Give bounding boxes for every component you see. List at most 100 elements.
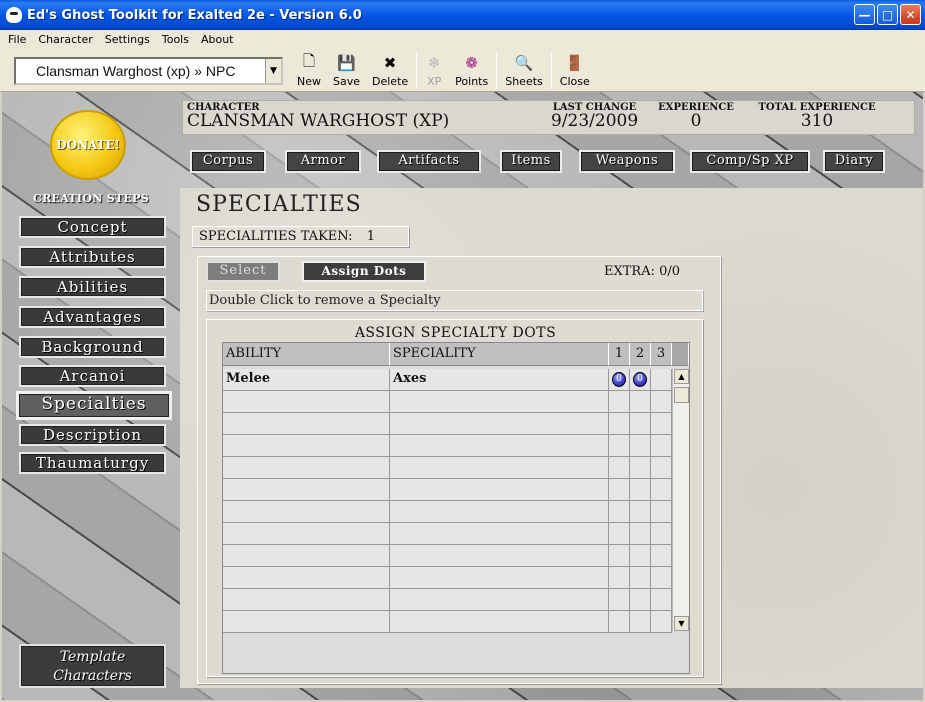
cell-empty[interactable]: [223, 457, 390, 479]
donate-button[interactable]: DONATE!: [50, 110, 126, 180]
table-row[interactable]: [223, 545, 672, 567]
xp-button[interactable]: ❄ XP: [419, 51, 449, 91]
cell-empty[interactable]: [223, 413, 390, 435]
cell-empty[interactable]: [390, 523, 609, 545]
cell-empty[interactable]: [223, 545, 390, 567]
tab-weapons[interactable]: Weapons: [579, 150, 675, 173]
select-button[interactable]: Select: [206, 261, 280, 282]
cell-empty[interactable]: [651, 545, 672, 567]
assign-dots-button[interactable]: Assign Dots: [302, 261, 426, 282]
cell-empty[interactable]: [223, 567, 390, 589]
grid-scrollbar[interactable]: ▲ ▼: [672, 369, 689, 631]
step-abilities[interactable]: Abilities: [19, 276, 166, 298]
cell-empty[interactable]: [630, 545, 651, 567]
menu-about[interactable]: About: [195, 33, 240, 46]
tab-armor[interactable]: Armor: [285, 150, 361, 173]
table-row[interactable]: [223, 435, 672, 457]
col-header-dot-3[interactable]: 3: [651, 343, 672, 366]
cell-empty[interactable]: [609, 457, 630, 479]
cell-empty[interactable]: [651, 479, 672, 501]
cell-empty[interactable]: [390, 567, 609, 589]
cell-empty[interactable]: [390, 435, 609, 457]
cell-empty[interactable]: [223, 479, 390, 501]
cell-empty[interactable]: [390, 611, 609, 633]
menu-settings[interactable]: Settings: [99, 33, 156, 46]
cell-speciality[interactable]: Axes: [390, 369, 609, 391]
cell-empty[interactable]: [651, 611, 672, 633]
cell-empty[interactable]: [651, 501, 672, 523]
tab-corpus[interactable]: Corpus: [190, 150, 266, 173]
cell-empty[interactable]: [609, 391, 630, 413]
table-row[interactable]: [223, 391, 672, 413]
specialty-dot-icon[interactable]: 0: [612, 372, 626, 387]
cell-empty[interactable]: [390, 391, 609, 413]
specialty-dot-icon[interactable]: 0: [633, 372, 647, 387]
cell-ability[interactable]: Melee: [223, 369, 390, 391]
step-concept[interactable]: Concept: [19, 216, 166, 238]
delete-button[interactable]: ✖ Delete: [366, 51, 414, 91]
cell-empty[interactable]: [630, 413, 651, 435]
save-button[interactable]: 💾 Save: [327, 51, 366, 91]
col-header-dot-2[interactable]: 2: [630, 343, 651, 366]
step-attributes[interactable]: Attributes: [19, 246, 166, 268]
character-select[interactable]: Clansman Warghost (xp) » NPC ▼: [14, 57, 283, 85]
cell-empty[interactable]: [630, 523, 651, 545]
maximize-button[interactable]: □: [877, 4, 898, 25]
step-advantages[interactable]: Advantages: [19, 306, 166, 328]
table-row[interactable]: Melee Axes 0 0: [223, 369, 672, 391]
cell-empty[interactable]: [609, 523, 630, 545]
cell-empty[interactable]: [609, 611, 630, 633]
col-header-dot-1[interactable]: 1: [609, 343, 630, 366]
table-row[interactable]: [223, 479, 672, 501]
cell-empty[interactable]: [390, 501, 609, 523]
scroll-thumb[interactable]: [674, 387, 689, 403]
tab-artifacts[interactable]: Artifacts: [377, 150, 481, 173]
points-button[interactable]: ❁ Points: [449, 51, 494, 91]
step-arcanoi[interactable]: Arcanoi: [19, 365, 166, 387]
cell-empty[interactable]: [609, 545, 630, 567]
step-thaumaturgy[interactable]: Thaumaturgy: [19, 452, 166, 474]
cell-empty[interactable]: [609, 413, 630, 435]
cell-empty[interactable]: [630, 567, 651, 589]
cell-empty[interactable]: [223, 523, 390, 545]
cell-empty[interactable]: [630, 611, 651, 633]
template-characters-button[interactable]: Template Characters: [19, 644, 166, 688]
cell-empty[interactable]: [390, 479, 609, 501]
cell-empty[interactable]: [651, 391, 672, 413]
cell-empty[interactable]: [651, 457, 672, 479]
col-header-speciality[interactable]: SPECIALITY: [390, 343, 609, 366]
cell-empty[interactable]: [609, 501, 630, 523]
close-window-button[interactable]: ✕: [900, 4, 921, 25]
cell-empty[interactable]: [223, 589, 390, 611]
table-row[interactable]: [223, 523, 672, 545]
tab-comp-sp-xp[interactable]: Comp/Sp XP: [690, 150, 810, 173]
tab-diary[interactable]: Diary: [823, 150, 885, 173]
cell-empty[interactable]: [223, 501, 390, 523]
cell-empty[interactable]: [609, 435, 630, 457]
menu-tools[interactable]: Tools: [156, 33, 195, 46]
cell-dot-2[interactable]: 0: [630, 369, 651, 391]
col-header-ability[interactable]: ABILITY: [223, 343, 390, 366]
cell-empty[interactable]: [223, 391, 390, 413]
cell-empty[interactable]: [609, 589, 630, 611]
cell-empty[interactable]: [651, 589, 672, 611]
cell-empty[interactable]: [630, 589, 651, 611]
step-description[interactable]: Description: [19, 424, 166, 446]
table-row[interactable]: [223, 501, 672, 523]
table-row[interactable]: [223, 567, 672, 589]
cell-empty[interactable]: [630, 435, 651, 457]
cell-empty[interactable]: [651, 567, 672, 589]
chevron-down-icon[interactable]: ▼: [265, 59, 281, 83]
cell-empty[interactable]: [651, 523, 672, 545]
cell-dot-1[interactable]: 0: [609, 369, 630, 391]
cell-empty[interactable]: [223, 435, 390, 457]
cell-empty[interactable]: [630, 391, 651, 413]
cell-dot-3[interactable]: [651, 369, 672, 391]
cell-empty[interactable]: [630, 457, 651, 479]
cell-empty[interactable]: [390, 545, 609, 567]
scroll-up-icon[interactable]: ▲: [674, 369, 689, 384]
menu-file[interactable]: File: [2, 33, 32, 46]
cell-empty[interactable]: [223, 611, 390, 633]
table-row[interactable]: [223, 457, 672, 479]
table-row[interactable]: [223, 413, 672, 435]
